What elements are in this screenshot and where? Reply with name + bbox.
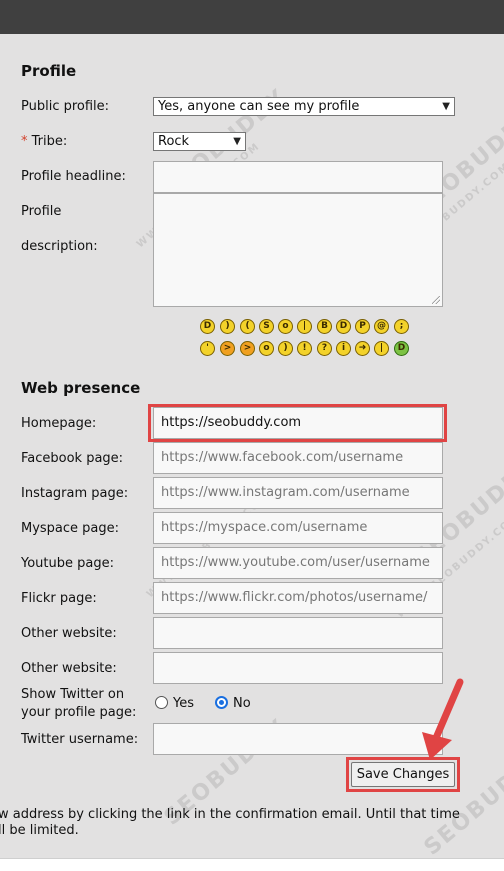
question-icon[interactable]: ?	[317, 341, 332, 356]
razz-icon[interactable]: P	[355, 319, 370, 334]
twisted-icon[interactable]: >	[240, 341, 255, 356]
profile-section-title: Profile	[21, 62, 77, 80]
homepage-highlight-box	[148, 404, 447, 442]
chevron-down-icon: ▼	[233, 136, 241, 147]
laugh-icon[interactable]: D	[336, 319, 351, 334]
smile-icon[interactable]: )	[220, 319, 235, 334]
confused-icon[interactable]: S	[259, 319, 274, 334]
twitter-username-label: Twitter username:	[21, 732, 139, 747]
web-presence-section-title: Web presence	[21, 379, 141, 397]
grin-icon[interactable]: D	[200, 319, 215, 334]
other-website-input-2[interactable]	[153, 652, 443, 684]
myspace-page-placeholder: https://myspace.com/username	[161, 520, 368, 535]
youtube-page-label: Youtube page:	[21, 556, 114, 571]
tribe-select-value: Rock	[158, 134, 190, 149]
smile-alt-icon[interactable]: )	[278, 341, 293, 356]
tribe-select[interactable]: Rock ▼	[153, 132, 246, 151]
required-marker: *	[21, 134, 28, 149]
cry-icon[interactable]: '	[200, 341, 215, 356]
youtube-page-placeholder: https://www.youtube.com/user/username	[161, 555, 430, 570]
cool-icon[interactable]: B	[317, 319, 332, 334]
profile-headline-input[interactable]	[153, 161, 443, 193]
confirmation-notice-line-2: ll be limited.	[0, 823, 79, 838]
arrow-icon[interactable]: ➜	[355, 341, 370, 356]
mrgreen-icon[interactable]: D	[394, 341, 409, 356]
myspace-page-label: Myspace page:	[21, 521, 120, 536]
myspace-page-input[interactable]: https://myspace.com/username	[153, 512, 443, 544]
profile-description-textarea[interactable]	[153, 193, 443, 307]
page-bottom-edge	[0, 858, 504, 871]
profile-description-label: Profile	[21, 204, 62, 219]
public-profile-select[interactable]: Yes, anyone can see my profile ▼	[153, 97, 455, 116]
flickr-page-input[interactable]: https://www.flickr.com/photos/username/	[153, 582, 443, 614]
public-profile-select-value: Yes, anyone can see my profile	[158, 99, 360, 114]
chevron-down-icon: ▼	[442, 101, 450, 112]
show-twitter-yes-label[interactable]: Yes	[173, 696, 194, 711]
save-button-highlight-box	[346, 757, 460, 792]
rolleyes-icon[interactable]: o	[259, 341, 274, 356]
sad-icon[interactable]: (	[240, 319, 255, 334]
other-website-input[interactable]	[153, 617, 443, 649]
tribe-label: * Tribe:	[21, 134, 67, 149]
mad-icon[interactable]: @	[374, 319, 389, 334]
facebook-page-label: Facebook page:	[21, 451, 124, 466]
tribe-label-text: Tribe:	[31, 134, 68, 149]
show-twitter-no-label[interactable]: No	[233, 696, 251, 711]
flickr-page-placeholder: https://www.flickr.com/photos/username/	[161, 590, 428, 605]
neutral-icon[interactable]: |	[297, 319, 312, 334]
instagram-page-label: Instagram page:	[21, 486, 129, 501]
wink-icon[interactable]: ;	[394, 319, 409, 334]
profile-headline-label: Profile headline:	[21, 169, 126, 184]
neutral-alt-icon[interactable]: |	[374, 341, 389, 356]
show-twitter-label-2: your profile page:	[21, 705, 137, 720]
instagram-page-input[interactable]: https://www.instagram.com/username	[153, 477, 443, 509]
confirmation-notice-line-1: w address by clicking the link in the co…	[0, 807, 460, 822]
show-twitter-no-radio[interactable]	[215, 696, 228, 709]
other-website-label-2: Other website:	[21, 661, 117, 676]
surprised-icon[interactable]: o	[278, 319, 293, 334]
resize-handle-icon[interactable]	[432, 296, 440, 304]
annotation-arrow-icon	[422, 678, 464, 760]
exclaim-icon[interactable]: !	[297, 341, 312, 356]
top-bar	[0, 0, 504, 34]
idea-icon[interactable]: i	[336, 341, 351, 356]
flickr-page-label: Flickr page:	[21, 591, 97, 606]
youtube-page-input[interactable]: https://www.youtube.com/user/username	[153, 547, 443, 579]
twitter-username-input[interactable]	[153, 723, 443, 755]
profile-description-label-2: description:	[21, 239, 98, 254]
homepage-label: Homepage:	[21, 416, 97, 431]
evil-icon[interactable]: >	[220, 341, 235, 356]
instagram-page-placeholder: https://www.instagram.com/username	[161, 485, 410, 500]
show-twitter-label: Show Twitter on	[21, 687, 125, 702]
show-twitter-yes-radio[interactable]	[155, 696, 168, 709]
facebook-page-placeholder: https://www.facebook.com/username	[161, 450, 404, 465]
other-website-label: Other website:	[21, 626, 117, 641]
public-profile-label: Public profile:	[21, 99, 110, 114]
facebook-page-input[interactable]: https://www.facebook.com/username	[153, 442, 443, 474]
